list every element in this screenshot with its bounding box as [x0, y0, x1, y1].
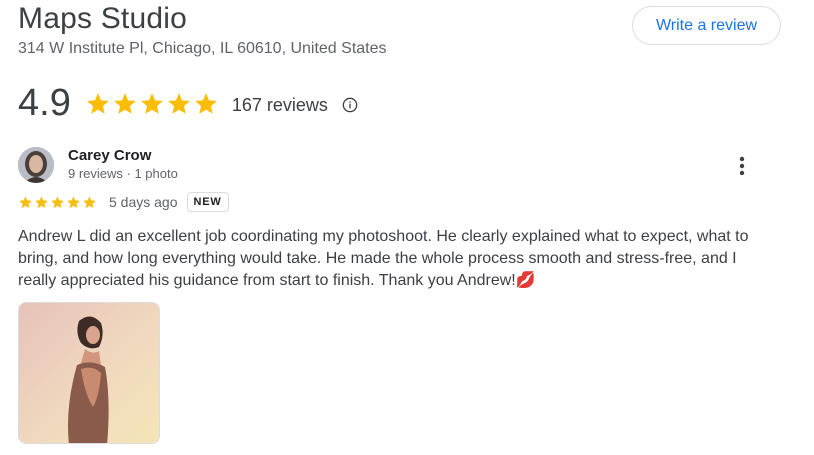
review-text: Andrew L did an excellent job coordinati…: [18, 228, 749, 289]
star-icon: [67, 195, 80, 208]
review-stars: [18, 195, 98, 210]
review-date: 5 days ago: [109, 194, 178, 210]
average-rating: 4.9: [18, 82, 71, 124]
star-icon: [19, 195, 32, 208]
review-photo[interactable]: [18, 302, 160, 444]
review-author-meta: 9 reviews · 1 photo: [68, 166, 178, 181]
star-icon: [35, 195, 48, 208]
rating-stars: [85, 91, 220, 117]
star-icon: [140, 92, 163, 114]
review-author-name[interactable]: Carey Crow: [68, 147, 151, 164]
star-icon: [86, 92, 109, 114]
avatar[interactable]: [18, 147, 54, 183]
more-vert-icon[interactable]: [733, 154, 751, 178]
rating-summary: 4.9 167 reviews: [18, 82, 358, 125]
review-photo-image: [19, 303, 159, 443]
info-icon[interactable]: [342, 97, 358, 113]
place-address: 314 W Institute Pl, Chicago, IL 60610, U…: [18, 40, 387, 57]
review-count[interactable]: 167 reviews: [232, 95, 328, 116]
star-icon: [194, 92, 217, 114]
star-icon: [51, 195, 64, 208]
star-icon: [167, 92, 190, 114]
star-icon: [83, 195, 96, 208]
new-badge: NEW: [186, 192, 229, 212]
place-title: Maps Studio: [18, 2, 187, 35]
write-review-button[interactable]: Write a review: [632, 6, 781, 45]
avatar-image: [18, 147, 54, 183]
star-icon: [113, 92, 136, 114]
review-meta: 5 days ago NEW: [18, 192, 229, 212]
